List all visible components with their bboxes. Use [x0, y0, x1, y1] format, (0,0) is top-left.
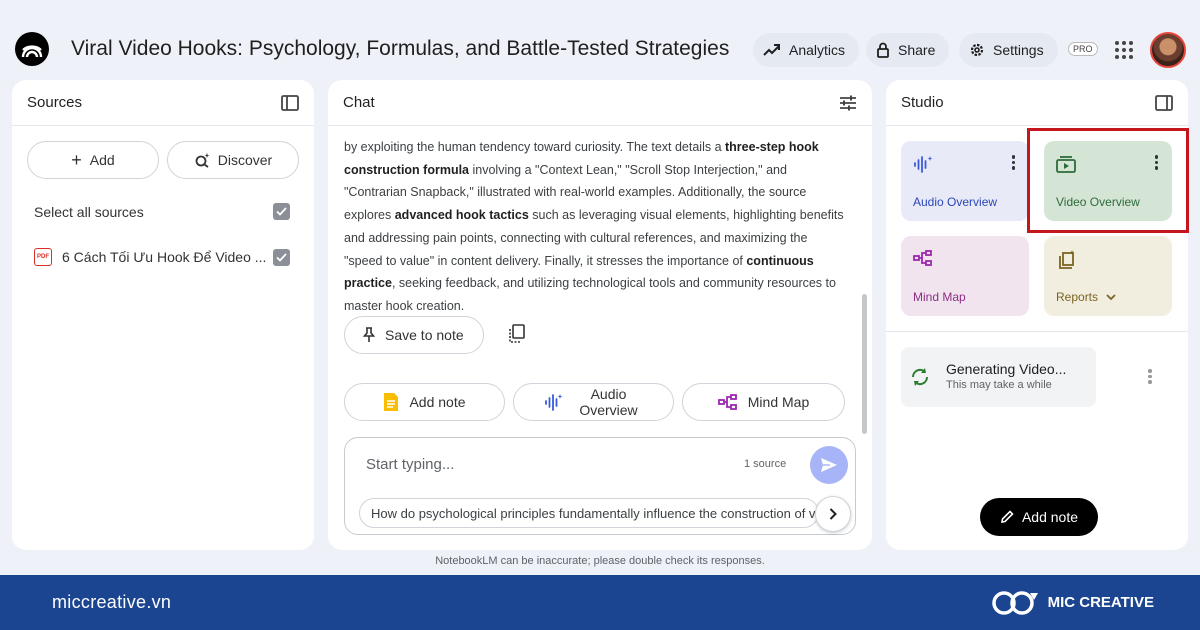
footer-url: miccreative.vn [52, 592, 172, 612]
add-note-chip[interactable]: Add note [344, 383, 505, 421]
save-to-note-button[interactable]: Save to note [344, 316, 484, 354]
discover-button[interactable]: Discover [167, 141, 299, 179]
source-item-checkbox[interactable] [273, 248, 290, 266]
notebooklm-logo-icon[interactable] [15, 32, 49, 66]
video-overview-highlight-box [1027, 128, 1189, 233]
tune-icon[interactable] [839, 95, 857, 111]
collapse-panel-icon[interactable] [1155, 94, 1173, 111]
sources-header: Sources [12, 80, 314, 126]
mind-map-tile-label: Mind Map [913, 290, 966, 304]
reports-icon [1059, 250, 1075, 269]
generating-subtitle: This may take a while [946, 379, 1052, 391]
share-button[interactable]: Share [866, 33, 950, 67]
settings-label: Settings [993, 42, 1044, 58]
audio-wave-icon [914, 156, 933, 173]
share-label: Share [898, 42, 936, 58]
pencil-icon [1000, 510, 1014, 523]
chat-input-placeholder[interactable]: Start typing... [366, 456, 454, 473]
audio-overview-tile-label: Audio Overview [913, 195, 998, 209]
reports-tile[interactable]: Reports [1044, 236, 1172, 316]
mind-map-chip[interactable]: Mind Map [682, 383, 845, 421]
chat-panel: Chat by exploiting the human tendency to… [328, 80, 872, 550]
source-item[interactable]: PDF 6 Cách Tối Ưu Hook Để Video ... [34, 248, 290, 266]
reports-tile-label: Reports [1056, 290, 1099, 304]
response-segment: , seeking feedback, and utilizing techno… [344, 276, 836, 313]
settings-button[interactable]: Settings [959, 33, 1058, 67]
gear-icon [970, 43, 984, 57]
app-header: Viral Video Hooks: Psychology, Formulas,… [0, 0, 1200, 80]
copy-icon[interactable] [508, 324, 526, 344]
chat-scrollbar[interactable] [862, 294, 867, 434]
plus-icon: + [71, 149, 82, 170]
audio-overview-tile[interactable]: Audio Overview [901, 141, 1029, 221]
analytics-button[interactable]: Analytics [753, 33, 860, 67]
discover-label: Discover [217, 152, 273, 168]
send-icon [821, 458, 837, 472]
studio-add-note-button[interactable]: Add note [980, 498, 1098, 536]
sync-icon [911, 368, 929, 386]
pdf-icon: PDF [34, 248, 52, 266]
select-all-checkbox[interactable] [273, 203, 290, 220]
generating-title: Generating Video... [946, 361, 1067, 377]
chat-input-box[interactable]: Start typing... 1 source How do psycholo… [344, 437, 856, 535]
mind-map-chip-label: Mind Map [747, 394, 810, 410]
branding-footer: miccreative.vn MIC CREATIVE [0, 575, 1200, 630]
generating-video-card: Generating Video... This may take a whil… [901, 347, 1096, 407]
discover-search-icon [195, 153, 210, 168]
mind-map-tile[interactable]: Mind Map [901, 236, 1029, 316]
avatar[interactable] [1150, 32, 1186, 68]
lock-icon [877, 42, 889, 58]
select-all-row[interactable]: Select all sources [34, 203, 290, 220]
trending-up-icon [763, 44, 780, 56]
note-icon [384, 393, 399, 411]
source-count: 1 source [744, 458, 787, 470]
mic-creative-logo-icon [991, 590, 1038, 615]
sources-title: Sources [27, 94, 83, 111]
send-button[interactable] [810, 446, 848, 484]
more-vert-icon[interactable] [1148, 369, 1152, 384]
add-source-label: Add [89, 152, 115, 168]
disclaimer: NotebookLM can be inaccurate; please dou… [435, 555, 765, 567]
studio-add-note-label: Add note [1021, 509, 1079, 525]
notebook-title[interactable]: Viral Video Hooks: Psychology, Formulas,… [71, 37, 729, 61]
footer-brand-name: MIC CREATIVE [1047, 594, 1154, 611]
studio-divider [886, 331, 1188, 332]
collapse-panel-icon[interactable] [281, 94, 299, 111]
audio-overview-chip-label: Audio Overview [579, 386, 638, 418]
select-all-label: Select all sources [34, 203, 144, 220]
mind-map-icon [913, 250, 932, 266]
next-suggestion-button[interactable] [815, 496, 851, 532]
pro-badge: PRO [1068, 42, 1098, 56]
chat-header: Chat [328, 80, 872, 126]
source-item-title: 6 Cách Tối Ưu Hook Để Video ... [62, 249, 267, 265]
pin-icon [363, 327, 375, 342]
studio-title: Studio [901, 94, 944, 111]
response-bold-segment: advanced hook tactics [394, 208, 529, 223]
audio-overview-chip[interactable]: Audio Overview [513, 383, 674, 421]
mind-map-icon [717, 394, 737, 410]
response-segment: by exploiting the human tendency toward … [344, 140, 725, 154]
studio-header: Studio [886, 80, 1188, 126]
analytics-label: Analytics [789, 42, 846, 58]
chat-response-text: by exploiting the human tendency toward … [344, 136, 849, 318]
chevron-right-icon [829, 508, 837, 520]
audio-wave-icon [544, 394, 562, 411]
suggested-question[interactable]: How do psychological principles fundamen… [359, 498, 819, 528]
chevron-down-icon[interactable] [1106, 293, 1116, 301]
more-vert-icon[interactable] [1011, 155, 1015, 170]
sources-panel: Sources + Add Discover Select all source… [12, 80, 314, 550]
save-to-note-label: Save to note [385, 327, 464, 343]
add-note-chip-label: Add note [409, 394, 466, 410]
apps-grid-icon[interactable] [1115, 41, 1133, 59]
footer-brand: MIC CREATIVE [990, 588, 1154, 618]
chat-title: Chat [343, 94, 375, 111]
add-source-button[interactable]: + Add [27, 141, 159, 179]
